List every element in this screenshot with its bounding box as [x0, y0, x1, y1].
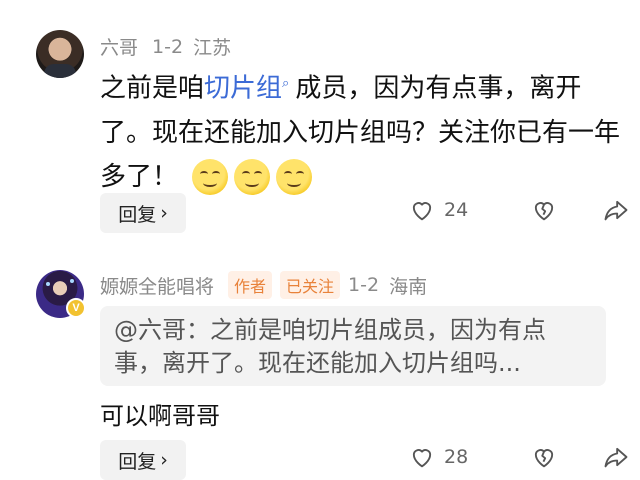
- dislike-button[interactable]: [530, 443, 558, 471]
- broken-heart-icon: [534, 202, 554, 221]
- comment-location: 江苏: [193, 37, 232, 59]
- comment-meta: 六哥 1-2 江苏: [100, 33, 231, 60]
- followed-tag: 已关注: [280, 271, 341, 299]
- share-icon: [604, 447, 628, 468]
- heart-icon: [412, 202, 432, 221]
- comment-actions: 24: [408, 196, 630, 224]
- comment-date: 1-2: [152, 35, 184, 58]
- reply-label: 回复: [118, 203, 157, 226]
- like-button[interactable]: 24: [408, 196, 484, 224]
- comment-date: 1-2: [348, 274, 380, 296]
- chevron-right-icon: ›: [160, 449, 168, 471]
- smile-emoji: [234, 159, 271, 196]
- quoted-comment[interactable]: @六哥：之前是咱切片组成员，因为有点事，离开了。现在还能加入切片组吗...: [100, 306, 606, 386]
- verified-badge: V: [66, 298, 86, 318]
- smile-emoji: [276, 159, 313, 196]
- comment-text: 之前是咱切片组⌕ 成员，因为有点事，离开了。现在还能加入切片组吗？关注你已有一年多…: [100, 62, 620, 199]
- reply-button[interactable]: 回复 ›: [100, 193, 186, 233]
- like-button[interactable]: 28: [408, 443, 484, 471]
- like-count: 28: [444, 446, 469, 468]
- share-button[interactable]: [602, 443, 630, 471]
- reply-button[interactable]: 回复 ›: [100, 440, 186, 480]
- search-icon[interactable]: ⌕: [282, 76, 289, 91]
- comment-text: 可以啊哥哥: [100, 402, 220, 430]
- like-count: 24: [444, 199, 469, 221]
- author-tag: 作者: [228, 271, 273, 299]
- author-name[interactable]: 六哥: [100, 33, 138, 60]
- broken-heart-icon: [534, 449, 554, 468]
- share-button[interactable]: [602, 196, 630, 224]
- dislike-button[interactable]: [530, 196, 558, 224]
- reply-label: 回复: [118, 450, 157, 473]
- avatar[interactable]: [36, 30, 84, 78]
- chevron-right-icon: ›: [160, 202, 168, 224]
- smile-emoji: [192, 159, 229, 196]
- comment-location: 海南: [389, 275, 428, 298]
- comment-meta: 嫄嫄全能唱将 作者 已关注 1-2 海南: [100, 271, 427, 299]
- author-name[interactable]: 嫄嫄全能唱将: [100, 272, 214, 299]
- heart-icon: [412, 449, 432, 468]
- comment-actions: 28: [408, 443, 630, 471]
- share-icon: [604, 200, 628, 221]
- comment-text-part: 之前是咱: [100, 73, 205, 104]
- topic-link[interactable]: 切片组: [204, 74, 282, 104]
